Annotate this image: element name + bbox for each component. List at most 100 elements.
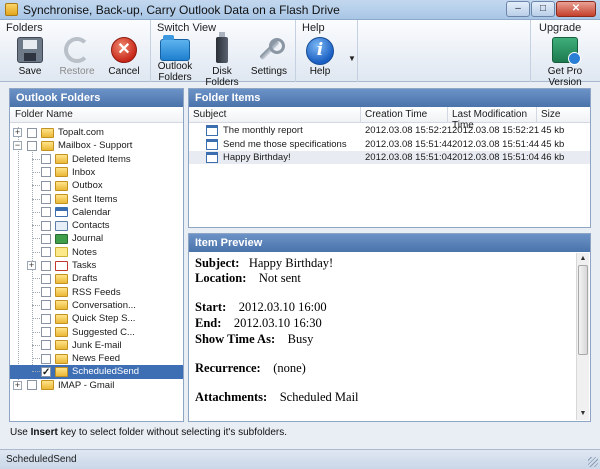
help-label: Help (309, 66, 331, 77)
folder-tree-label: Calendar (72, 206, 111, 218)
folder-tree-item[interactable]: Calendar (10, 206, 183, 219)
folder-tree-item[interactable]: Notes (10, 246, 183, 259)
expand-icon[interactable]: + (13, 380, 22, 390)
disk-folders-button[interactable]: Disk Folders (200, 32, 244, 88)
folder-checkbox[interactable] (41, 287, 51, 298)
folder-tree-item[interactable]: Outbox (10, 179, 183, 192)
folder-checkbox[interactable] (41, 167, 51, 178)
preview-scrollbar[interactable]: ▲ ▼ (576, 253, 589, 420)
tree-connector (32, 251, 40, 253)
folder-tree-label: Inbox (72, 166, 96, 178)
folder-checkbox[interactable] (27, 140, 37, 151)
folder-checkbox[interactable] (27, 127, 37, 138)
folder-tree-item[interactable]: Contacts (10, 219, 183, 232)
outlook-folders-header: Outlook Folders (10, 89, 183, 107)
folder-tree-item[interactable]: Deleted Items (10, 153, 183, 166)
folder-tree-item[interactable]: ScheduledSend (10, 365, 183, 379)
hint-key: Insert (30, 427, 58, 438)
minimize-button[interactable]: – (506, 1, 530, 17)
folder-checkbox[interactable] (41, 353, 51, 364)
folder-checkbox[interactable] (41, 313, 51, 324)
folder-items-panel: Folder Items Subject Creation Time Last … (188, 88, 591, 228)
tree-connector (32, 371, 40, 373)
preview-end-row: End: 2012.03.10 16:30 (195, 316, 322, 331)
title-bar: Synchronise, Back-up, Carry Outlook Data… (0, 0, 600, 20)
item-preview-header: Item Preview (189, 234, 590, 252)
column-modification-time[interactable]: Last Modification Time (448, 107, 537, 131)
folder-tree-item[interactable]: − Mailbox - Support (10, 139, 183, 152)
folder-checkbox[interactable] (41, 180, 51, 191)
tree-connector (32, 198, 40, 200)
folder-tree-item[interactable]: + Tasks (10, 259, 183, 272)
collapse-icon[interactable]: − (13, 141, 22, 151)
folder-tree-item[interactable]: Sent Items (10, 193, 183, 206)
tree-connector (32, 331, 40, 333)
folder-checkbox[interactable] (41, 233, 51, 244)
folder-checkbox[interactable] (41, 154, 51, 165)
folder-tree-item[interactable]: Junk E-mail (10, 339, 183, 352)
folder-checkbox[interactable] (41, 300, 51, 311)
expand-icon[interactable]: + (27, 261, 36, 270)
start-label: Start: (195, 300, 227, 314)
folder-checkbox[interactable] (41, 207, 51, 218)
get-pro-button[interactable]: Get Pro Version (543, 35, 587, 88)
column-size[interactable]: Size (537, 107, 590, 123)
folder-tree-item[interactable]: Journal (10, 232, 183, 245)
tree-connector (32, 278, 40, 280)
folder-checkbox[interactable] (41, 260, 51, 271)
item-row[interactable]: Happy Birthday! 2012.03.08 15:51:04 2012.0… (189, 151, 590, 164)
folder-checkbox[interactable] (41, 220, 51, 231)
folder-checkbox[interactable] (41, 194, 51, 204)
column-subject[interactable]: Subject (189, 107, 361, 123)
folder-checkbox[interactable] (41, 366, 51, 379)
folder-tree-item[interactable]: Drafts (10, 272, 183, 285)
folder-icon (160, 35, 190, 61)
scroll-down-icon[interactable]: ▼ (577, 408, 589, 420)
insert-key-hint: Use Insert key to select folder without … (10, 427, 287, 438)
hint-prefix: Use (10, 427, 31, 438)
settings-button[interactable]: Settings (247, 35, 291, 81)
folder-tree-item[interactable]: Inbox (10, 166, 183, 179)
outlook-folders-button[interactable]: Outlook Folders (153, 35, 197, 83)
help-button[interactable]: i Help (298, 35, 342, 81)
expand-icon[interactable]: + (13, 128, 22, 137)
folder-tree-item[interactable]: + Topalt.com (10, 126, 183, 139)
status-bar: ScheduledSend (0, 449, 600, 469)
folder-tree-label: Tasks (72, 260, 97, 271)
preview-subject-row: Subject: Happy Birthday! (195, 256, 333, 271)
save-button[interactable]: Save (8, 35, 52, 81)
end-label: End: (195, 316, 222, 330)
folder-icon (55, 154, 68, 165)
cancel-button[interactable]: ✕ Cancel (102, 35, 146, 81)
group-label-switch-view: Switch View (157, 22, 217, 34)
folder-tree-label: Sent Items (72, 193, 118, 205)
folder-checkbox[interactable] (41, 273, 51, 284)
folder-tree-item[interactable]: RSS Feeds (10, 286, 183, 299)
show-time-as-value: Busy (287, 332, 314, 346)
chevron-down-icon[interactable]: ▼ (348, 54, 356, 63)
item-row[interactable]: Send me those specifications 2012.03.08 1… (189, 138, 590, 151)
maximize-button[interactable]: □ (531, 1, 555, 17)
folder-tree-label: Conversation... (72, 299, 136, 311)
folder-checkbox[interactable] (27, 380, 37, 391)
folder-tree-item[interactable]: News Feed (10, 352, 183, 365)
scrollbar-thumb[interactable] (578, 265, 588, 355)
folder-checkbox[interactable] (41, 340, 51, 351)
close-button[interactable]: ✕ (556, 1, 596, 17)
folder-name-column-header[interactable]: Folder Name (10, 107, 183, 123)
scroll-up-icon[interactable]: ▲ (577, 253, 589, 265)
resize-grip-icon[interactable] (588, 457, 598, 467)
item-subject: Send me those specifications (223, 138, 347, 150)
restore-label: Restore (59, 66, 95, 77)
folder-tree-item[interactable]: Quick Step S... (10, 312, 183, 325)
tree-connector (32, 211, 40, 213)
item-row[interactable]: The monthly report 2012.03.08 15:52:21 201… (189, 124, 590, 137)
folder-tree-item[interactable]: Suggested C... (10, 326, 183, 339)
folder-checkbox[interactable] (41, 247, 51, 258)
restore-button[interactable]: Restore (55, 35, 99, 81)
window-title: Synchronise, Back-up, Carry Outlook Data… (23, 3, 340, 17)
folder-tree-item[interactable]: Conversation... (10, 299, 183, 312)
folder-checkbox[interactable] (41, 327, 51, 337)
folder-tree-item[interactable]: + IMAP - Gmail (10, 379, 183, 392)
column-creation-time[interactable]: Creation Time (361, 107, 448, 123)
